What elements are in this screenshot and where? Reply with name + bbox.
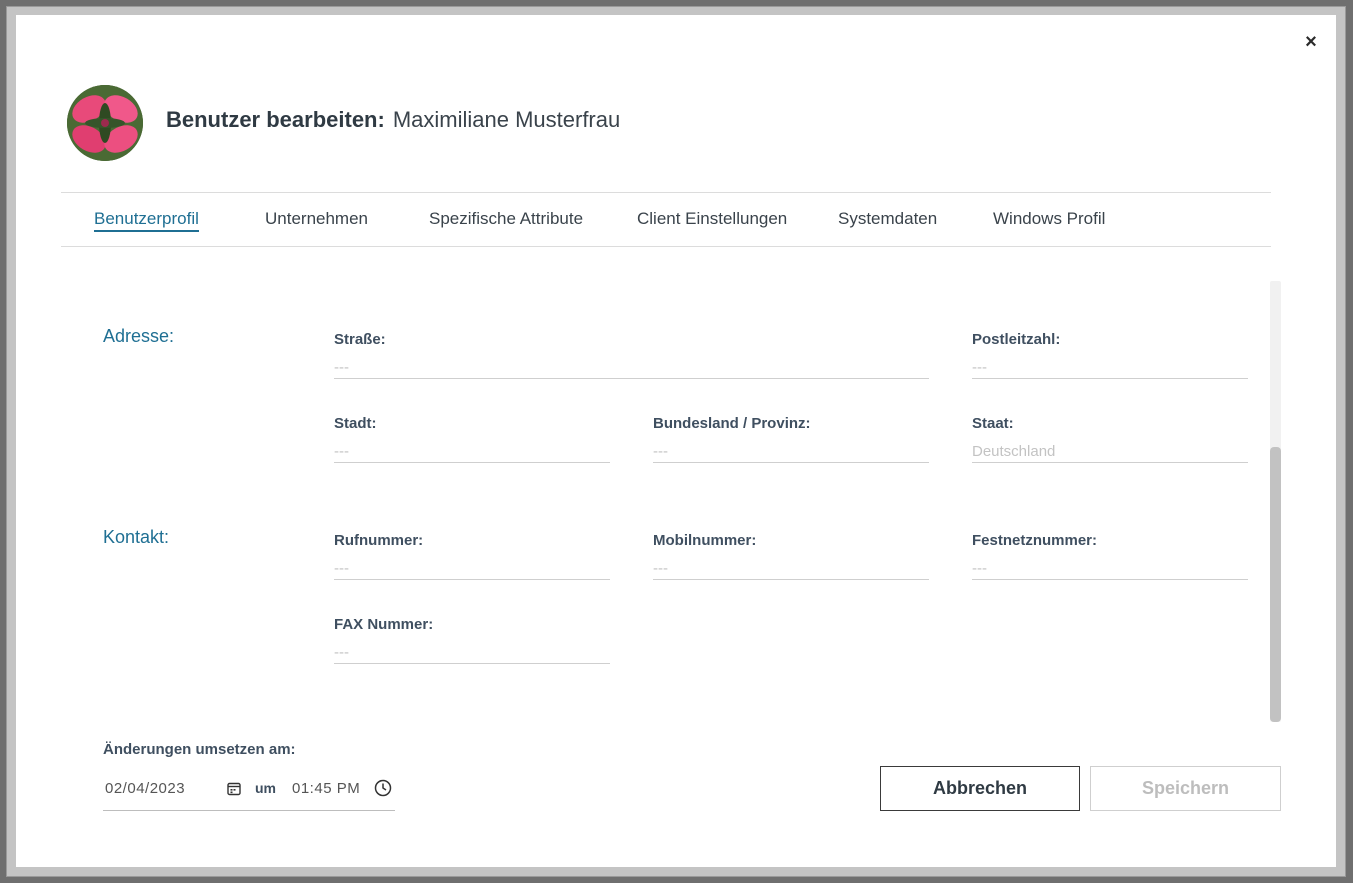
mobile-field[interactable]: Mobilnummer: --- <box>653 532 929 580</box>
clock-icon[interactable] <box>374 779 392 797</box>
calendar-icon[interactable] <box>226 781 242 797</box>
state-input[interactable]: --- <box>653 441 929 463</box>
landline-label: Festnetznummer: <box>972 532 1098 549</box>
apply-time-input[interactable]: 01:45 PM <box>292 780 360 797</box>
postal-code-input[interactable]: --- <box>972 357 1248 379</box>
country-label: Staat: <box>972 415 1014 432</box>
state-label: Bundesland / Provinz: <box>653 415 811 432</box>
country-field[interactable]: Staat: Deutschland <box>972 415 1248 463</box>
edit-user-dialog: × Benutzer bearbeiten: Maximiliane Muster… <box>16 15 1336 867</box>
city-input[interactable]: --- <box>334 441 610 463</box>
tab-bar: Benutzerprofil Unternehmen Spezifische A… <box>61 192 1271 247</box>
fax-field[interactable]: FAX Nummer: --- <box>334 616 610 664</box>
avatar-flower-image <box>67 85 143 161</box>
postal-code-label: Postleitzahl: <box>972 331 1061 348</box>
apply-connector: um <box>255 780 276 796</box>
dialog-title: Benutzer bearbeiten: Maximiliane Musterfr… <box>166 107 620 133</box>
address-heading: Adresse: <box>103 326 175 346</box>
dialog-user-name: Maximiliane Musterfrau <box>392 107 621 132</box>
dialog-title-label: Benutzer bearbeiten: <box>166 107 385 132</box>
phone-label: Rufnummer: <box>334 532 424 549</box>
mobile-input[interactable]: --- <box>653 558 929 580</box>
street-field[interactable]: Straße: --- <box>334 331 929 379</box>
tab-benutzerprofil[interactable]: Benutzerprofil <box>94 209 199 232</box>
city-field[interactable]: Stadt: --- <box>334 415 610 463</box>
tab-client-einstellungen[interactable]: Client Einstellungen <box>637 209 787 229</box>
phone-input[interactable]: --- <box>334 558 610 580</box>
scrollbar-thumb[interactable] <box>1270 447 1281 722</box>
country-input[interactable]: Deutschland <box>972 441 1248 463</box>
landline-field[interactable]: Festnetznummer: --- <box>972 532 1248 580</box>
landline-input[interactable]: --- <box>972 558 1248 580</box>
street-label: Straße: <box>334 331 386 348</box>
fax-input[interactable]: --- <box>334 642 610 664</box>
avatar <box>67 85 143 161</box>
fax-label: FAX Nummer: <box>334 616 434 633</box>
city-label: Stadt: <box>334 415 377 432</box>
tab-spezifische-attribute[interactable]: Spezifische Attribute <box>429 209 583 229</box>
tab-windows-profil[interactable]: Windows Profil <box>993 209 1105 229</box>
mobile-label: Mobilnummer: <box>653 532 757 549</box>
state-field[interactable]: Bundesland / Provinz: --- <box>653 415 929 463</box>
apply-datetime-field: 02/04/2023 um 01:45 PM <box>103 775 395 811</box>
tab-unternehmen[interactable]: Unternehmen <box>265 209 368 229</box>
save-button[interactable]: Speichern <box>1090 766 1281 811</box>
contact-heading: Kontakt: <box>103 527 170 547</box>
apply-changes-label: Änderungen umsetzen am: <box>103 741 296 758</box>
tab-systemdaten[interactable]: Systemdaten <box>838 209 937 229</box>
apply-date-input[interactable]: 02/04/2023 <box>105 780 185 797</box>
phone-field[interactable]: Rufnummer: --- <box>334 532 610 580</box>
close-icon[interactable]: × <box>1297 28 1325 56</box>
cancel-button[interactable]: Abbrechen <box>880 766 1080 811</box>
postal-code-field[interactable]: Postleitzahl: --- <box>972 331 1248 379</box>
street-input[interactable]: --- <box>334 357 929 379</box>
